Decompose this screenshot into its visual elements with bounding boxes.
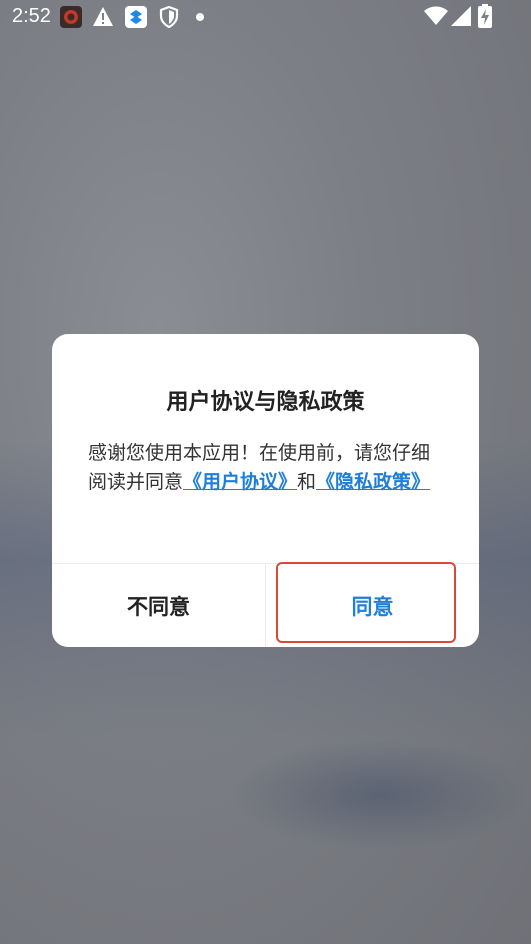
background-shape: [230, 740, 530, 850]
user-agreement-link[interactable]: 《用户协议》: [183, 471, 297, 493]
notification-dot-icon: [196, 13, 204, 21]
disagree-button[interactable]: 不同意: [52, 564, 265, 647]
warning-icon: [93, 7, 113, 26]
body-connector: 和: [297, 471, 317, 493]
agreement-dialog: 用户协议与隐私政策 感谢您使用本应用！在使用前，请您仔细阅读并同意《用户协议》和…: [52, 334, 479, 647]
dialog-title: 用户协议与隐私政策: [166, 390, 365, 415]
wifi-icon: [424, 6, 448, 25]
app-notification-icon: [60, 6, 82, 28]
signal-icon: [451, 6, 471, 26]
shield-icon: [159, 6, 179, 28]
dialog-body: 感谢您使用本应用！在使用前，请您仔细阅读并同意《用户协议》和《隐私政策》: [88, 439, 448, 497]
battery-charging-icon: [478, 4, 492, 28]
privacy-policy-link[interactable]: 《隐私政策》: [316, 471, 430, 493]
dropbox-icon: [125, 6, 147, 28]
status-time: 2:52: [12, 5, 51, 27]
agree-button[interactable]: 同意: [266, 564, 479, 647]
status-bar: 2:52: [0, 0, 531, 34]
